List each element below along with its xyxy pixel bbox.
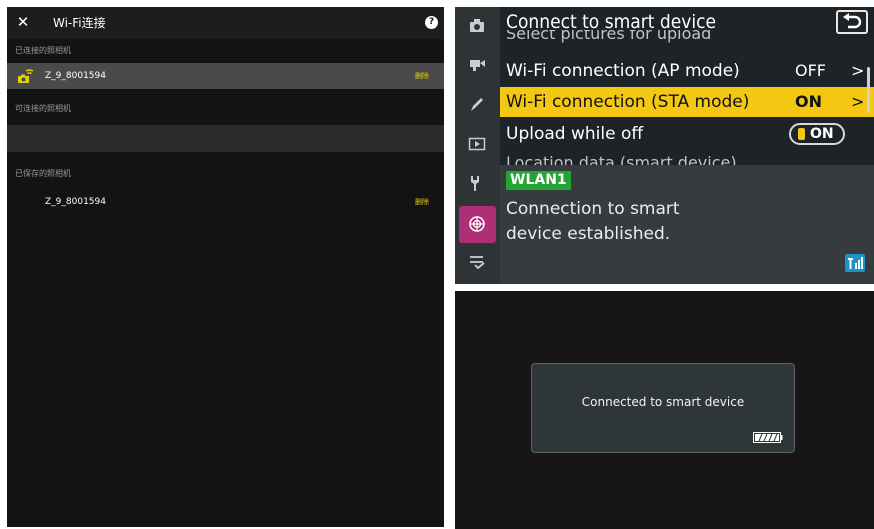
pencil-icon[interactable] (467, 94, 487, 114)
connected-camera-name: Z_9_8001594 (45, 71, 106, 81)
playback-icon[interactable] (467, 134, 487, 154)
section-saved-cameras: 已保存的照相机 (15, 169, 71, 178)
phone-title: Wi-Fi连接 (53, 16, 106, 30)
connection-info-panel: WLAN1 Connection to smart device establi… (500, 165, 874, 284)
menu-item-wifi-sta-mode[interactable]: Wi-Fi connection (STA mode) ON > (500, 87, 874, 117)
toggle-value: ON (810, 126, 834, 142)
menu-item-partial-bottom: Location data (smart device) (506, 153, 737, 165)
menu-item-label: Upload while off (506, 124, 644, 144)
menu-item-label: Wi-Fi connection (AP mode) (506, 61, 740, 81)
menu-item-wifi-ap-mode[interactable]: Wi-Fi connection (AP mode) OFF > (500, 56, 874, 86)
section-available-cameras: 可连接的照相机 (15, 104, 71, 113)
help-icon[interactable]: ? (425, 16, 438, 29)
connected-camera-delete-button[interactable]: 删除 (415, 63, 429, 89)
info-line-1: Connection to smart (506, 199, 680, 219)
back-button[interactable] (836, 10, 868, 34)
menu-item-partial-top-label: Select pictures for upload (506, 30, 712, 43)
menu-item-upload-while-off[interactable]: Upload while off ON (500, 119, 874, 149)
menu-item-partial-top: Select pictures for upload (506, 30, 711, 44)
chevron-right-icon: > (851, 61, 865, 80)
connected-message: Connected to smart device (581, 395, 745, 409)
movie-icon[interactable] (467, 54, 487, 74)
network-icon[interactable] (467, 214, 487, 234)
phone-wifi-connection-screen: ✕ Wi-Fi连接 ? 已连接的照相机 Z_9_8001594 删除 可连接的照… (7, 7, 444, 527)
menu-item-value: OFF (795, 61, 826, 80)
signal-strength-icon (845, 254, 865, 272)
saved-camera-delete-button[interactable]: 删除 (415, 189, 429, 215)
info-line-2: device established. (506, 224, 671, 244)
camera-status-screen: Connected to smart device (455, 291, 874, 529)
connected-message-box: Connected to smart device (531, 363, 795, 453)
close-icon[interactable]: ✕ (15, 14, 31, 30)
camera-menu-screen: Connect to smart device Select pictures … (455, 7, 874, 284)
camera-menu-sidebar (455, 7, 500, 284)
phone-header: ✕ Wi-Fi连接 ? (7, 7, 444, 39)
battery-icon (753, 432, 783, 443)
toggle-knob (798, 128, 805, 140)
saved-camera-row[interactable]: Z_9_8001594 删除 (7, 189, 444, 215)
upload-while-off-toggle[interactable]: ON (789, 123, 845, 145)
menu-item-label: Wi-Fi connection (STA mode) (506, 92, 750, 112)
back-icon (843, 13, 862, 29)
chevron-right-icon: > (851, 92, 865, 111)
camera-wifi-icon (18, 69, 34, 83)
menu-item-partial-bottom-label: Location data (smart device) (506, 153, 737, 165)
wlan-badge: WLAN1 (506, 171, 571, 190)
available-camera-row-empty (7, 125, 444, 152)
wrench-icon[interactable] (467, 173, 487, 193)
menu-scrollbar[interactable] (867, 67, 870, 113)
connected-camera-row[interactable]: Z_9_8001594 删除 (7, 63, 444, 89)
menu-item-value: ON (795, 92, 822, 111)
section-connected-cameras: 已连接的照相机 (15, 46, 71, 55)
my-menu-icon[interactable] (467, 252, 487, 272)
photo-shooting-icon[interactable] (467, 15, 487, 35)
saved-camera-name: Z_9_8001594 (45, 197, 106, 207)
camera-menu-main: Connect to smart device Select pictures … (500, 7, 874, 284)
